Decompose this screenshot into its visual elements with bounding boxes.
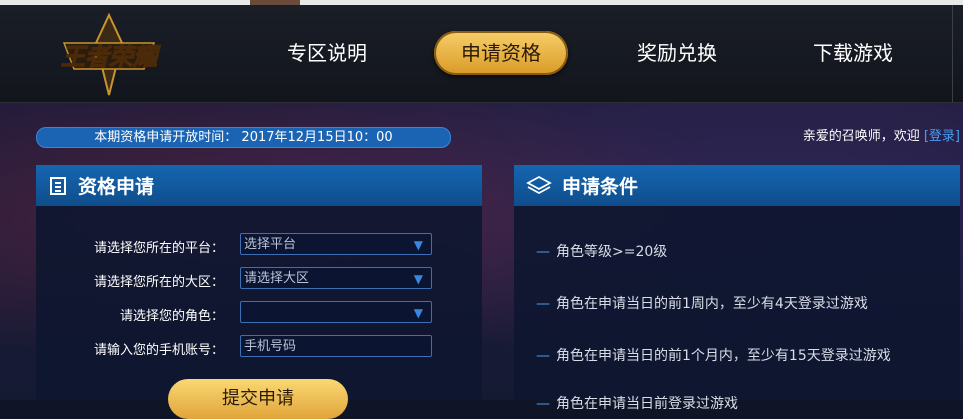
- platform-select-value: 选择平台: [244, 237, 297, 252]
- condition-text: 角色等级>=20级: [556, 244, 668, 260]
- nav-apply-qualification[interactable]: 申请资格: [434, 31, 568, 75]
- document-icon: [50, 176, 66, 195]
- nav-download-game[interactable]: 下载游戏: [788, 31, 918, 75]
- dash-bullet: —: [536, 396, 550, 412]
- region-row: 请选择您所在的大区： 请选择大区 ▼: [36, 267, 482, 291]
- phone-input[interactable]: 手机号码: [240, 335, 432, 357]
- dropdown-arrow-icon: ▼: [413, 306, 423, 320]
- conditions-panel-title: 申请条件: [562, 176, 639, 198]
- role-select[interactable]: ▼: [240, 301, 432, 323]
- submit-application-button[interactable]: 提交申请: [168, 379, 348, 419]
- role-label: 请选择您的角色：: [119, 309, 224, 324]
- qualification-apply-panel: 资格申请 请选择您所在的平台： 选择平台 ▼ 请选择您所在的大区： 请选择大区 …: [36, 165, 482, 419]
- apply-panel-title: 资格申请: [78, 176, 155, 198]
- welcome-greeting: 亲爱的召唤师，欢迎: [802, 129, 920, 144]
- conditions-panel-header: 申请条件: [514, 165, 960, 206]
- platform-label: 请选择您所在的平台：: [93, 241, 224, 256]
- application-conditions-panel: 申请条件 — 角色等级>=20级 — 角色在申请当日的前1周内，至少有4天登录过游戏…: [514, 165, 960, 412]
- region-label: 请选择您所在的大区：: [93, 275, 224, 290]
- nav-zone-info[interactable]: 专区说明: [262, 31, 392, 75]
- welcome-message: 亲爱的召唤师，欢迎 [登录]: [803, 125, 960, 144]
- platform-select[interactable]: 选择平台 ▼: [240, 233, 432, 255]
- condition-item: — 角色在申请当日的前1周内，至少有4天登录过游戏: [536, 293, 868, 313]
- condition-text: 角色在申请当日的前1周内，至少有4天登录过游戏: [556, 296, 868, 312]
- dash-bullet: —: [536, 348, 550, 364]
- role-row: 请选择您的角色： ▼: [36, 301, 482, 325]
- svg-text:王者荣耀: 王者荣耀: [61, 44, 161, 71]
- condition-item: — 角色在申请当日的前1个月内，至少有15天登录过游戏: [536, 345, 891, 365]
- login-link[interactable]: [登录]: [924, 129, 960, 144]
- dash-bullet: —: [536, 244, 550, 260]
- condition-text: 角色在申请当日的前1个月内，至少有15天登录过游戏: [556, 348, 891, 364]
- region-select-value: 请选择大区: [244, 271, 310, 286]
- dropdown-arrow-icon: ▼: [413, 238, 423, 252]
- nav-divider: [952, 5, 953, 102]
- phone-row: 请输入您的手机账号： 手机号码: [36, 335, 482, 359]
- dash-bullet: —: [536, 296, 550, 312]
- region-select[interactable]: 请选择大区 ▼: [240, 267, 432, 289]
- application-time-bar: 本期资格申请开放时间： 2017年12月15日10：00: [36, 127, 451, 148]
- phone-label: 请输入您的手机账号：: [93, 343, 224, 358]
- condition-item: — 角色等级>=20级: [536, 241, 667, 261]
- apply-panel-header: 资格申请: [36, 165, 482, 206]
- nav-reward-exchange[interactable]: 奖励兑换: [612, 31, 742, 75]
- platform-row: 请选择您所在的平台： 选择平台 ▼: [36, 233, 482, 257]
- dropdown-arrow-icon: ▼: [413, 272, 423, 286]
- top-navigation: 王者荣耀 专区说明 申请资格 奖励兑换 下载游戏: [0, 5, 963, 103]
- condition-text: 角色在申请当日前登录过游戏: [556, 396, 738, 412]
- condition-item: — 角色在申请当日前登录过游戏: [536, 393, 738, 413]
- layers-icon: [526, 175, 552, 194]
- game-logo[interactable]: 王者荣耀: [44, 13, 174, 97]
- phone-input-placeholder: 手机号码: [244, 339, 297, 354]
